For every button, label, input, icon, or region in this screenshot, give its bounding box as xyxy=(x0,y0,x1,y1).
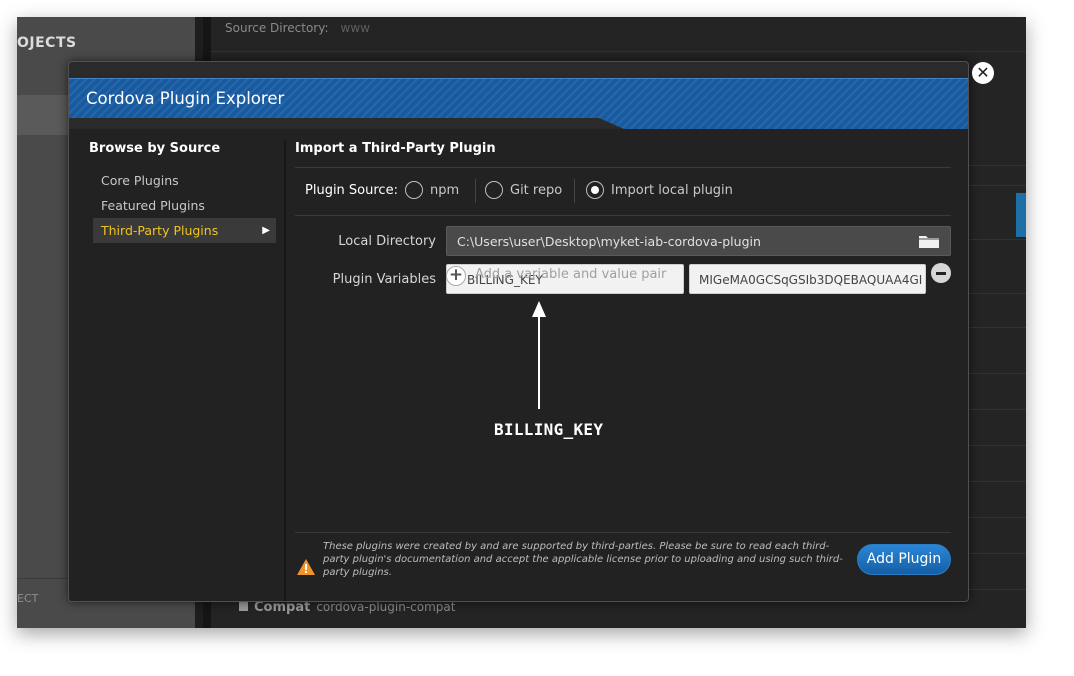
dialog-title: Cordova Plugin Explorer xyxy=(86,89,285,108)
option-separator xyxy=(475,179,476,203)
compat-plugin-id: cordova-plugin-compat xyxy=(316,600,456,614)
variable-value-input[interactable]: MIGeMA0GCSqGSIb3DQEBAQUAA4GI xyxy=(689,264,926,294)
variable-value-value: MIGeMA0GCSqGSIb3DQEBAQUAA4GI xyxy=(699,273,923,287)
compat-plugin-row[interactable]: Compat cordova-plugin-compat xyxy=(239,600,455,615)
column-divider xyxy=(284,141,286,601)
add-variable-placeholder: Add a variable and value pair xyxy=(475,267,667,282)
select-label[interactable]: ECT xyxy=(17,592,38,605)
source-item-featured[interactable]: Featured Plugins xyxy=(89,193,279,218)
remove-variable-icon[interactable] xyxy=(931,263,951,283)
variable-name-input[interactable]: BILLING_KEY Add a variable and value pai… xyxy=(446,264,684,294)
annotation-label: BILLING_KEY xyxy=(494,420,604,439)
dialog-footer: These plugins were created by and are su… xyxy=(295,532,951,597)
source-item-label: Third-Party Plugins xyxy=(101,223,219,238)
compat-label: Compat xyxy=(254,600,311,615)
radio-label: Import local plugin xyxy=(611,182,733,198)
radio-circle-icon[interactable] xyxy=(405,181,423,199)
local-directory-field[interactable]: C:\Users\user\Desktop\myket-iab-cordova-… xyxy=(446,226,951,256)
radio-selected-icon[interactable] xyxy=(586,181,604,199)
plugin-explorer-dialog: Cordova Plugin Explorer Browse by Source… xyxy=(68,61,969,602)
radio-git-repo[interactable]: Git repo xyxy=(485,181,562,199)
caret-right-icon: ▶ xyxy=(262,225,270,236)
radio-circle-icon[interactable] xyxy=(485,181,503,199)
annotation-arrow-icon xyxy=(532,301,546,409)
radio-npm[interactable]: npm xyxy=(405,181,459,199)
radio-label: Git repo xyxy=(510,182,563,198)
radio-label: npm xyxy=(430,182,460,198)
add-variable-icon[interactable]: + xyxy=(446,266,466,286)
plugin-source-label: Plugin Source: xyxy=(305,183,398,198)
plugin-source-row: Plugin Source: npm Git repo Import local… xyxy=(295,169,951,216)
folder-icon[interactable] xyxy=(918,234,940,249)
source-directory-value: www xyxy=(340,21,370,35)
local-directory-value: C:\Users\user\Desktop\myket-iab-cordova-… xyxy=(457,234,761,249)
source-item-third-party[interactable]: Third-Party Plugins ▶ xyxy=(93,218,276,243)
dialog-body: Browse by Source Core Plugins Featured P… xyxy=(69,129,968,601)
expand-icon[interactable] xyxy=(239,602,248,611)
selected-plugin-marker xyxy=(1016,193,1026,237)
option-separator xyxy=(574,179,575,203)
source-directory: Source Directory: www xyxy=(225,21,370,35)
local-directory-label: Local Directory xyxy=(338,234,436,249)
import-panel: Import a Third-Party Plugin Plugin Sourc… xyxy=(295,141,951,596)
third-party-disclaimer: These plugins were created by and are su… xyxy=(323,541,843,578)
panel-title: Import a Third-Party Plugin xyxy=(295,141,951,168)
divider xyxy=(211,51,1026,52)
browse-sidebar: Browse by Source Core Plugins Featured P… xyxy=(89,141,279,243)
radio-import-local[interactable]: Import local plugin xyxy=(586,181,733,199)
close-icon[interactable]: ✕ xyxy=(972,62,994,84)
browse-title: Browse by Source xyxy=(89,141,221,156)
source-directory-label: Source Directory: xyxy=(225,21,329,35)
plugin-variables-label: Plugin Variables xyxy=(332,272,436,287)
add-plugin-button[interactable]: Add Plugin xyxy=(857,544,951,575)
warning-icon xyxy=(297,559,315,575)
projects-heading: OJECTS xyxy=(17,35,77,51)
source-item-core[interactable]: Core Plugins xyxy=(89,168,279,193)
